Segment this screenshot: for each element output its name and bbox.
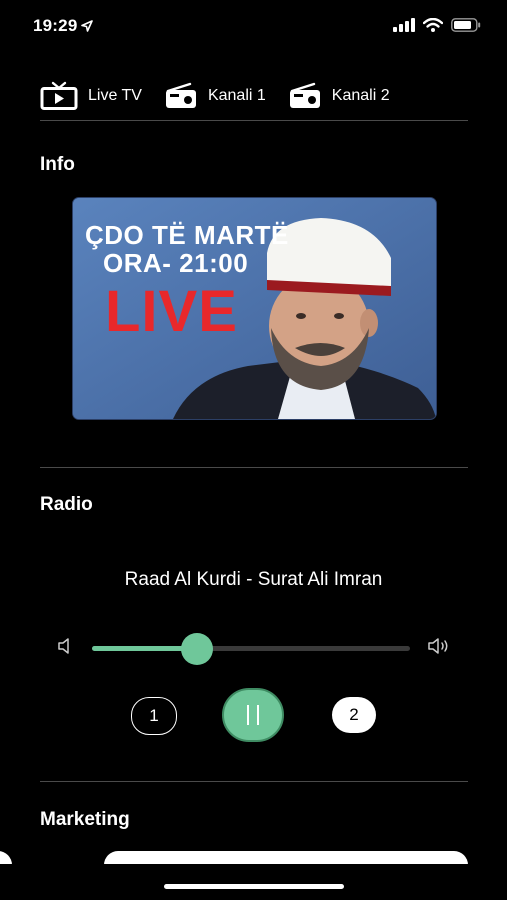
- banner-line-2: ORA- 21:00: [103, 248, 249, 278]
- tab-kanali-2-label: Kanali 2: [331, 87, 390, 104]
- status-time: 19:29: [33, 16, 94, 36]
- channel-2-button[interactable]: 2: [332, 697, 376, 733]
- divider: [40, 467, 468, 468]
- channel-tabs: Live TV Kanali 1 Kanali 2: [40, 76, 468, 116]
- volume-low-icon[interactable]: [57, 636, 75, 656]
- pause-icon: [247, 705, 249, 725]
- radio-icon: [165, 82, 196, 108]
- divider: [40, 781, 468, 782]
- tab-kanali-1-label: Kanali 1: [207, 87, 266, 104]
- bottom-safe-area: [0, 864, 507, 900]
- radio-icon: [289, 82, 320, 108]
- section-title-radio: Radio: [40, 494, 93, 515]
- app-screen: 19:29 Live TV Kanali 1 Kanali 2 Info ÇDO…: [0, 0, 507, 900]
- volume-high-icon[interactable]: [427, 636, 453, 656]
- home-indicator[interactable]: [164, 884, 344, 889]
- volume-slider[interactable]: [92, 633, 410, 665]
- banner-line-1: ÇDO TË MARTË: [85, 220, 289, 250]
- now-playing-title: Raad Al Kurdi - Surat Ali Imran: [124, 569, 383, 590]
- banner-live-label: LIVE: [105, 279, 238, 344]
- channel-1-button[interactable]: 1: [131, 697, 177, 735]
- pause-icon: [257, 705, 259, 725]
- info-banner[interactable]: ÇDO TË MARTË ORA- 21:00 LIVE: [72, 197, 437, 420]
- tv-icon: [40, 81, 78, 110]
- divider: [40, 120, 468, 121]
- location-arrow-icon: [81, 20, 94, 32]
- wifi-icon: [423, 18, 443, 32]
- tab-live-tv-label: Live TV: [88, 87, 142, 104]
- section-title-marketing: Marketing: [40, 809, 130, 830]
- tab-kanali-2[interactable]: Kanali 2: [288, 82, 390, 110]
- pause-button[interactable]: [222, 688, 284, 742]
- volume-slider-thumb[interactable]: [180, 633, 213, 665]
- status-indicators: [393, 18, 481, 32]
- status-time-text: 19:29: [33, 16, 78, 35]
- battery-icon: [451, 18, 481, 32]
- section-title-info: Info: [40, 154, 75, 175]
- tab-kanali-1[interactable]: Kanali 1: [164, 82, 266, 110]
- cellular-signal-icon: [393, 18, 415, 32]
- tab-live-tv[interactable]: Live TV: [40, 81, 142, 111]
